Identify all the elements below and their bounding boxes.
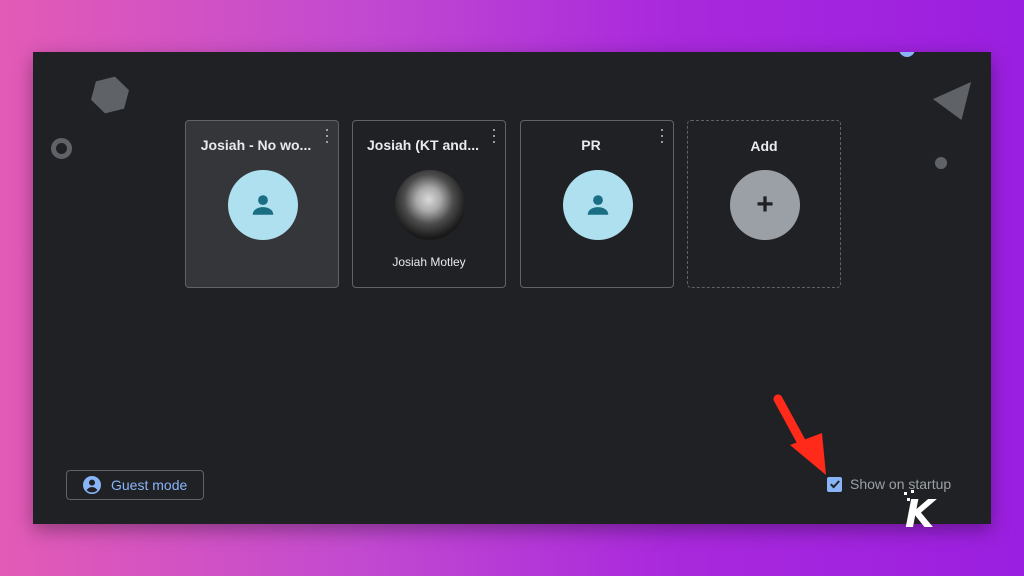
red-annotation-arrow: [773, 394, 826, 475]
default-avatar: [228, 170, 298, 240]
plus-icon: +: [756, 188, 774, 221]
decorative-triangle: [933, 82, 971, 120]
guest-mode-label: Guest mode: [111, 477, 188, 493]
add-circle: +: [730, 170, 800, 240]
profile-tile-josiah-no-work[interactable]: Josiah - No wo...: [185, 120, 339, 288]
guest-person-icon: [83, 476, 101, 494]
show-on-startup-label: Show on startup: [850, 476, 952, 492]
default-avatar: [563, 170, 633, 240]
user-photo-avatar: [395, 170, 465, 240]
more-options-icon[interactable]: [659, 129, 665, 143]
profile-name: PR: [581, 137, 601, 153]
add-profile-label: Add: [750, 138, 778, 154]
guest-mode-button[interactable]: Guest mode: [66, 470, 204, 500]
profile-name: Josiah - No wo...: [200, 137, 312, 153]
person-icon: [587, 195, 609, 215]
profile-account-name: Josiah Motley: [392, 255, 466, 269]
profile-name: Josiah (KT and...: [366, 137, 479, 153]
person-icon: [252, 195, 274, 215]
profile-tile-pr[interactable]: PR: [520, 120, 674, 288]
watermark-logo: K: [905, 492, 934, 536]
decorative-dot: [935, 157, 947, 169]
profile-tile-josiah-kt[interactable]: Josiah (KT and... Josiah Motley: [352, 120, 506, 288]
more-options-icon[interactable]: [324, 129, 330, 143]
decorative-top-dot: [899, 52, 915, 57]
decorative-ring: [51, 138, 72, 159]
more-options-icon[interactable]: [491, 129, 497, 143]
add-profile-tile[interactable]: Add +: [687, 120, 841, 288]
profile-picker-window: Josiah - No wo... Josiah (KT and... Josi…: [33, 52, 991, 524]
show-on-startup-option: Show on startup: [827, 476, 951, 492]
decorative-hexagon: [87, 72, 134, 119]
